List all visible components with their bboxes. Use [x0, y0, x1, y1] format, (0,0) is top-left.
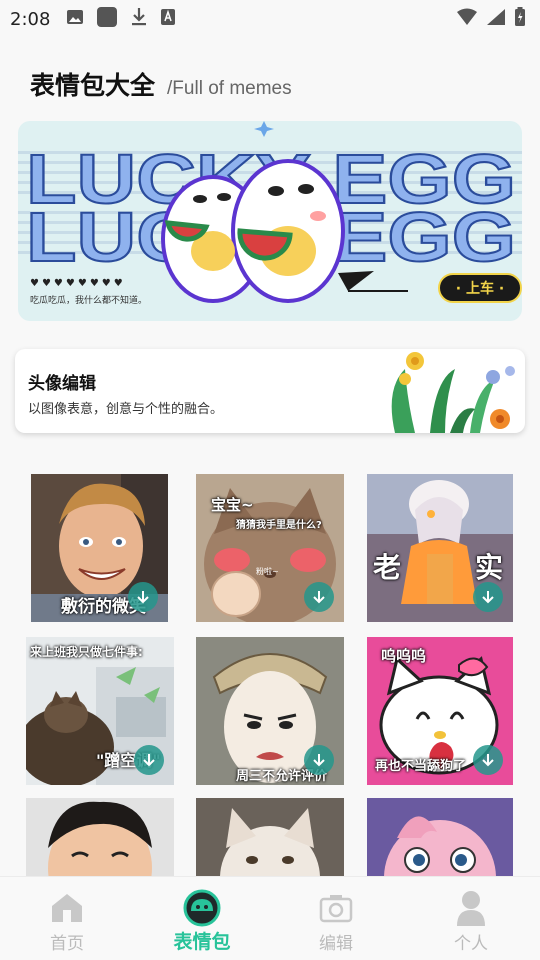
meme-tile[interactable]: 周三不允许评价 [196, 637, 344, 785]
meme-image [26, 798, 174, 876]
page-subtitle: /Full of memes [167, 78, 292, 99]
download-button[interactable] [304, 582, 334, 612]
nav-item-edit[interactable]: 编辑 [286, 877, 386, 960]
download-button[interactable] [128, 582, 158, 612]
download-button[interactable] [304, 745, 334, 775]
meme-caption-secondary: 猜猜我手里是什么? [236, 520, 322, 531]
avatar-editor-title: 头像编辑 [28, 374, 96, 394]
nav-item-profile[interactable]: 个人 [421, 877, 521, 960]
meme-caption-tertiary: 粉啦~ [256, 567, 279, 576]
meme-image [367, 798, 513, 876]
meme-image [196, 798, 344, 876]
status-bar: 2:08 [0, 0, 540, 38]
text-a-icon [160, 8, 176, 30]
banner-caption: 吃瓜吃瓜，我什么都不知道。 [30, 296, 148, 306]
meme-caption: 老 [373, 551, 402, 584]
meme-caption: 宝宝~ [211, 496, 254, 514]
emoji-face-icon [183, 889, 221, 927]
nav-label: 首页 [50, 934, 84, 954]
page-header: 表情包大全 /Full of memes [30, 66, 292, 102]
nav-label: 个人 [454, 934, 488, 954]
promo-banner[interactable]: LUCKY EGG LUCKY EGG ♥♥♥♥♥♥♥♥ 吃瓜吃瓜，我什么都不知… [18, 121, 522, 321]
meme-tile[interactable] [367, 798, 513, 876]
meme-grid: 敷衍的微笑 宝宝~ 猜猜我手里是什么? 粉啦~ 老 实 来上班我只做七件事: "… [25, 474, 519, 876]
meme-tile[interactable]: 呜呜呜 再也不当舔狗了 [367, 637, 513, 785]
nav-label: 编辑 [319, 934, 353, 954]
battery-icon [514, 7, 526, 31]
home-icon [50, 889, 84, 927]
page-title: 表情包大全 [30, 71, 156, 100]
meme-tile[interactable]: 宝宝~ 猜猜我手里是什么? 粉啦~ [196, 474, 344, 622]
nav-item-memes[interactable]: 表情包 [152, 877, 252, 960]
meme-tile[interactable]: 老 实 [367, 474, 513, 622]
meme-caption: 来上班我只做七件事: [30, 645, 143, 659]
nav-item-home[interactable]: 首页 [17, 877, 117, 960]
download-icon [130, 7, 148, 31]
person-icon [455, 889, 487, 927]
avatar-editor-card[interactable]: 头像编辑 以图像表意，创意与个性的融合。 [15, 349, 525, 433]
camera-icon [319, 889, 353, 927]
meme-tile[interactable]: 敷衍的微笑 [31, 474, 168, 622]
nav-label: 表情包 [173, 931, 231, 953]
status-time: 2:08 [10, 8, 51, 30]
download-arrow-icon [143, 754, 155, 767]
download-arrow-icon [482, 591, 494, 604]
meme-caption: 呜呜呜 [381, 647, 427, 665]
download-button[interactable] [134, 745, 164, 775]
download-arrow-icon [313, 754, 325, 767]
download-arrow-icon [313, 591, 325, 604]
flower-illustration [391, 352, 515, 433]
square-app-icon [96, 6, 118, 32]
cell-signal-icon [486, 8, 506, 30]
meme-caption-secondary: 再也不当舔狗了 [375, 759, 467, 774]
board-button[interactable]: · 上车 · [438, 273, 522, 303]
image-icon [66, 9, 84, 29]
avatar-editor-description: 以图像表意，创意与个性的融合。 [28, 402, 224, 417]
download-button[interactable] [473, 745, 503, 775]
download-arrow-icon [137, 591, 149, 604]
meme-tile[interactable] [26, 798, 174, 876]
meme-caption-secondary: 实 [475, 551, 504, 584]
meme-tile[interactable] [196, 798, 344, 876]
meme-tile[interactable]: 来上班我只做七件事: "蹭空调" [26, 637, 174, 785]
download-arrow-icon [482, 754, 494, 767]
bottom-navigation: 首页 表情包 编辑 个人 [0, 876, 540, 960]
download-button[interactable] [473, 582, 503, 612]
banner-hearts: ♥♥♥♥♥♥♥♥ [30, 278, 126, 289]
wifi-icon [456, 8, 478, 30]
